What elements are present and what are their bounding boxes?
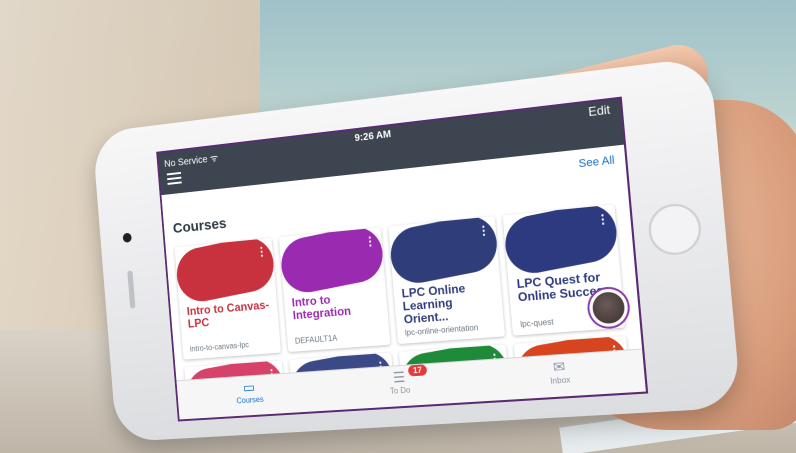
inbox-envelope-icon: ✉ (552, 357, 566, 376)
tab-label: To Do (389, 385, 411, 396)
todo-tab-icon: ☰ (392, 368, 406, 386)
hamburger-menu-icon[interactable] (166, 171, 182, 185)
tab-courses[interactable]: ▭ Courses (212, 378, 287, 407)
courses-heading: Courses (172, 215, 228, 237)
wifi-icon: ᯤ (209, 153, 219, 165)
course-card[interactable]: ⋮ Intro to Integration DEFAULT1A (278, 227, 391, 353)
course-title: Intro to Integration (291, 292, 352, 323)
tab-todo[interactable]: ☰ 17 To Do (360, 364, 440, 398)
status-time: 9:26 AM (354, 129, 392, 145)
tab-label: Inbox (549, 375, 571, 386)
course-code: DEFAULT1A (294, 333, 338, 346)
more-vertical-icon[interactable]: ⋮ (596, 211, 610, 227)
course-code: lpc-quest (519, 317, 554, 329)
more-vertical-icon[interactable]: ⋮ (364, 234, 377, 249)
course-code: intro-to-canvas-lpc (189, 340, 250, 354)
course-title: Intro to Canvas-LPC (186, 297, 270, 331)
app-screen: No Service ᯤ 9:26 AM Edit See All Course… (156, 96, 649, 422)
course-title: LPC Online Learning Orient... (401, 281, 466, 327)
see-all-link[interactable]: See All (578, 154, 615, 170)
photo-scene: No Service ᯤ 9:26 AM Edit See All Course… (0, 0, 796, 453)
more-vertical-icon[interactable]: ⋮ (477, 223, 490, 238)
edit-button[interactable]: Edit (588, 102, 611, 119)
courses-tab-icon: ▭ (242, 378, 256, 396)
course-card[interactable]: ⋮ Intro to Canvas-LPC intro-to-canvas-lp… (174, 237, 282, 360)
tab-label: Courses (236, 394, 264, 406)
tab-inbox[interactable]: ✉ Inbox (517, 357, 602, 388)
status-carrier: No Service ᯤ (163, 153, 219, 170)
todo-badge: 17 (407, 364, 428, 377)
course-card[interactable]: ⋮ LPC Online Learning Orient... lpc-onli… (388, 216, 506, 345)
more-vertical-icon[interactable]: ⋮ (256, 244, 268, 259)
